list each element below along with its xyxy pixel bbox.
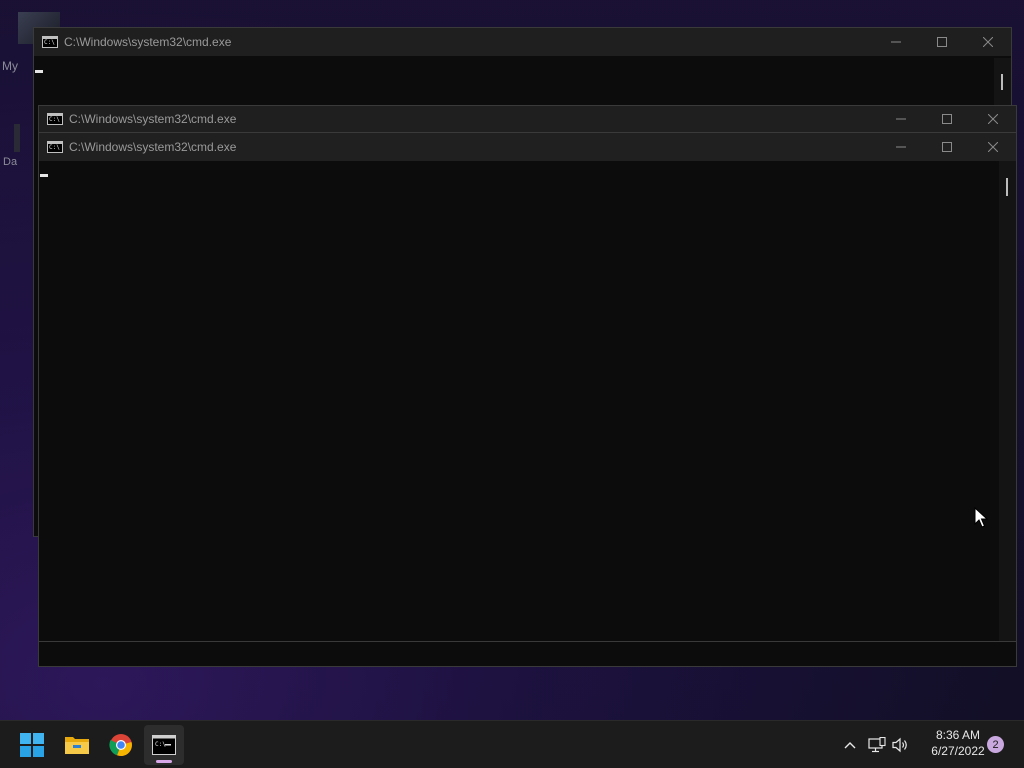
minimize-icon: [896, 118, 906, 120]
svg-text:C:\: C:\: [155, 741, 166, 748]
maximize-button[interactable]: [924, 133, 970, 161]
titlebar[interactable]: C:\Windows\system32\cmd.exe: [39, 133, 1016, 161]
chrome-button[interactable]: [101, 725, 141, 765]
clock[interactable]: 8:36 AM 6/27/2022: [918, 727, 998, 759]
maximize-icon: [937, 37, 947, 47]
network-button[interactable]: [866, 733, 888, 757]
desktop-label-my: My: [2, 59, 18, 73]
chevron-up-icon: [844, 742, 856, 749]
active-app-indicator: [156, 760, 172, 763]
cmd-icon: [42, 36, 58, 48]
clock-date: 6/27/2022: [931, 744, 985, 758]
close-button[interactable]: [965, 28, 1011, 56]
window-title: C:\Windows\system32\cmd.exe: [69, 140, 237, 154]
maximize-button[interactable]: [924, 106, 970, 132]
minimize-button[interactable]: [878, 133, 924, 161]
minimize-button[interactable]: [873, 28, 919, 56]
cmd-window-foreground[interactable]: C:\Windows\system32\cmd.exe: [38, 132, 1017, 642]
minimize-button[interactable]: [878, 106, 924, 132]
window-title: C:\Windows\system32\cmd.exe: [69, 112, 237, 126]
console-cursor: [35, 70, 43, 73]
network-icon: [868, 737, 886, 753]
close-icon: [988, 142, 998, 152]
close-icon: [988, 114, 998, 124]
volume-button[interactable]: [890, 733, 912, 757]
window-controls: [878, 133, 1016, 161]
taskbar: C:\: [0, 720, 1024, 768]
console-cursor: [40, 174, 48, 177]
close-icon: [983, 37, 993, 47]
clock-time: 8:36 AM: [935, 728, 981, 742]
maximize-icon: [942, 114, 952, 124]
cmd-icon: C:\: [152, 735, 176, 755]
window-controls: [878, 106, 1016, 132]
scrollbar[interactable]: [999, 161, 1016, 641]
cmd-icon: [47, 141, 63, 153]
notification-badge[interactable]: 2: [987, 736, 1004, 753]
cmd-taskbar-button[interactable]: C:\: [144, 725, 184, 765]
desktop-label-da: Da: [3, 156, 18, 168]
chrome-icon: [109, 734, 132, 757]
maximize-button[interactable]: [919, 28, 965, 56]
windows-logo-icon: [20, 733, 44, 757]
minimize-icon: [891, 41, 901, 43]
cmd-icon: [47, 113, 63, 125]
titlebar[interactable]: C:\Windows\system32\cmd.exe: [34, 28, 1011, 56]
start-button[interactable]: [12, 725, 52, 765]
close-button[interactable]: [970, 106, 1016, 132]
mouse-pointer-icon: [974, 507, 988, 528]
volume-icon: [892, 737, 907, 753]
scrollbar-thumb[interactable]: [1006, 178, 1008, 196]
close-button[interactable]: [970, 133, 1016, 161]
window-title: C:\Windows\system32\cmd.exe: [64, 35, 232, 49]
window-controls: [873, 28, 1011, 56]
minimize-icon: [896, 146, 906, 148]
maximize-icon: [942, 142, 952, 152]
file-explorer-button[interactable]: [57, 725, 97, 765]
folder-icon: [65, 737, 89, 754]
show-hidden-icons-button[interactable]: [839, 733, 861, 757]
scrollbar-thumb[interactable]: [1001, 74, 1003, 90]
titlebar[interactable]: C:\Windows\system32\cmd.exe: [39, 106, 1016, 132]
desktop-icon-fragment: [14, 124, 20, 152]
